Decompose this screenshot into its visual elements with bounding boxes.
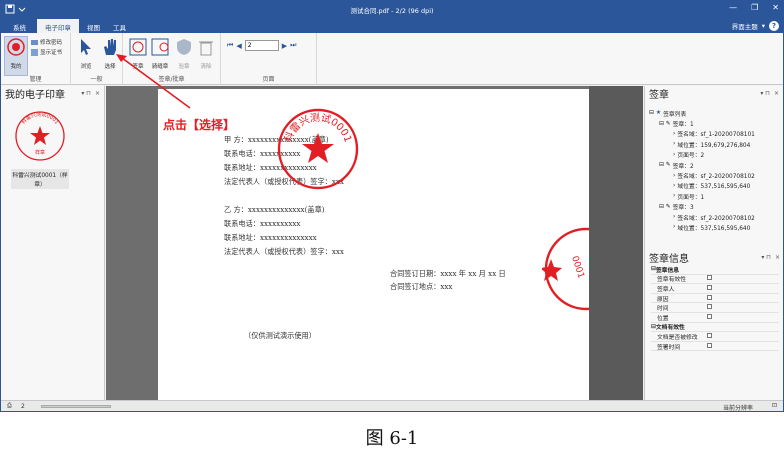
annotation-label: 点击【选择】	[163, 118, 236, 132]
figure-caption: 图 6-1	[365, 428, 419, 449]
annotation-arrow	[116, 54, 191, 109]
